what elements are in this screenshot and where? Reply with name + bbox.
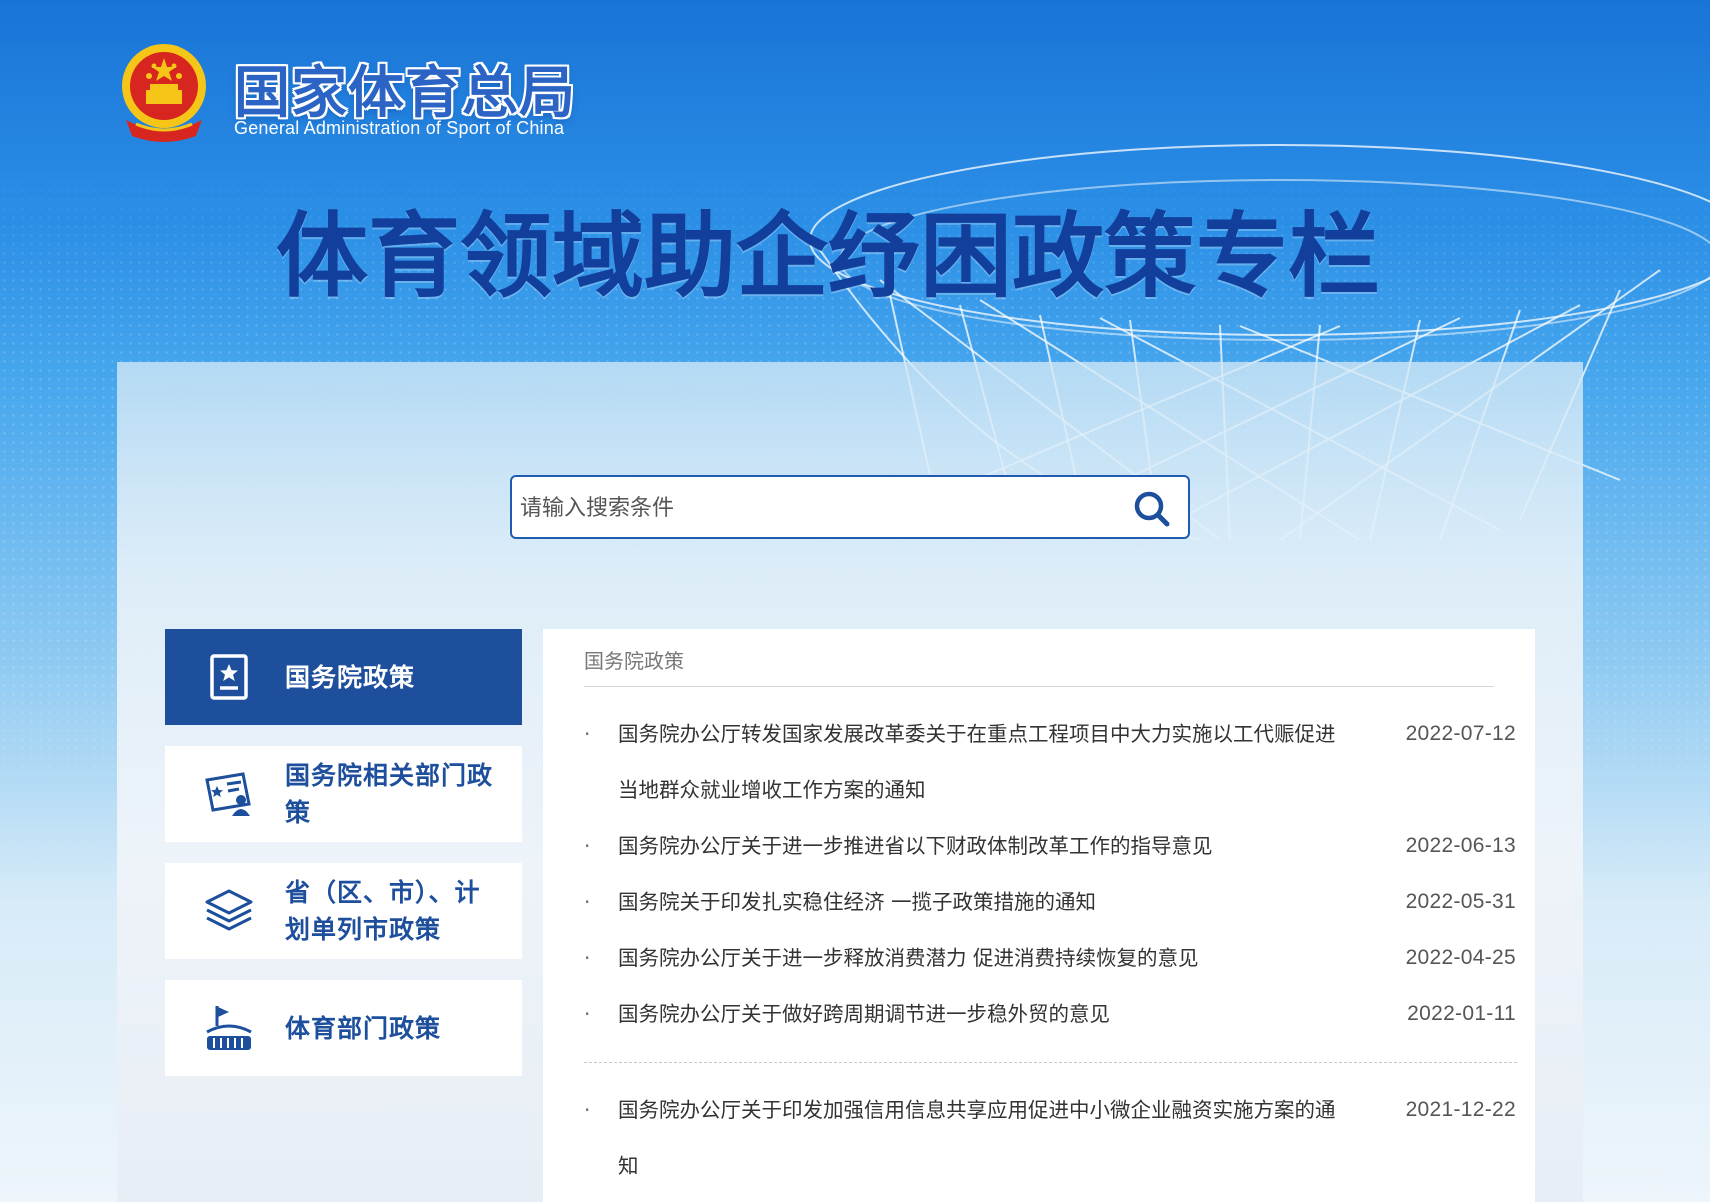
item-date: 2022-04-25 bbox=[1405, 946, 1516, 969]
layers-icon bbox=[205, 889, 253, 931]
list-item[interactable]: · 国务院办公厅转发国家发展改革委关于在重点工程项目中大力实施以工代赈促进当地群… bbox=[584, 706, 1524, 818]
banner-title: 体育领域助企纾困政策专栏 bbox=[276, 203, 1381, 310]
site-name[interactable]: 国家体育总局 bbox=[234, 48, 576, 129]
nav-item-provincial-policy[interactable]: 省（区、市）、计划单列市政策 bbox=[165, 863, 522, 959]
item-title[interactable]: 国务院办公厅关于进一步释放消费潜力 促进消费持续恢复的意见 bbox=[618, 930, 1338, 986]
list-item[interactable]: · 国务院办公厅关于进一步释放消费潜力 促进消费持续恢复的意见 2022-04-… bbox=[584, 930, 1524, 986]
bullet: · bbox=[584, 834, 591, 858]
item-title[interactable]: 国务院办公厅转发国家发展改革委关于在重点工程项目中大力实施以工代赈促进当地群众就… bbox=[618, 706, 1338, 818]
nav-item-label: 国务院相关部门政策 bbox=[285, 761, 494, 827]
item-title[interactable]: 国务院办公厅关于印发加强信用信息共享应用促进中小微企业融资实施方案的通知 bbox=[618, 1082, 1338, 1194]
nav-item-state-council-policy[interactable]: 国务院政策 bbox=[165, 629, 522, 725]
list-item[interactable]: · 国务院办公厅关于做好跨周期调节进一步稳外贸的意见 2022-01-11 bbox=[584, 986, 1524, 1042]
divider bbox=[584, 686, 1494, 687]
stadium-flag-icon bbox=[206, 1006, 252, 1050]
bullet: · bbox=[584, 1002, 591, 1026]
nav-item-sport-dept-policy[interactable]: 体育部门政策 bbox=[165, 980, 522, 1076]
dashed-divider bbox=[584, 1062, 1517, 1063]
document-star-icon bbox=[210, 654, 248, 700]
bullet: · bbox=[584, 946, 591, 970]
site-name-english: General Administration of Sport of China bbox=[234, 118, 565, 138]
policy-list-panel: 国务院政策 · 国务院办公厅转发国家发展改革委关于在重点工程项目中大力实施以工代… bbox=[543, 629, 1535, 1202]
nav-item-departments-policy[interactable]: 国务院相关部门政策 bbox=[165, 746, 522, 842]
item-date: 2022-01-11 bbox=[1407, 1002, 1516, 1025]
item-date: 2022-07-12 bbox=[1405, 722, 1516, 745]
national-emblem-icon bbox=[122, 44, 206, 142]
list-item[interactable]: · 国务院办公厅关于印发加强信用信息共享应用促进中小微企业融资实施方案的通知 2… bbox=[584, 1082, 1524, 1194]
bullet: · bbox=[584, 722, 591, 746]
item-date: 2021-12-22 bbox=[1405, 1098, 1516, 1121]
list-item[interactable]: · 国务院办公厅关于进一步推进省以下财政体制改革工作的指导意见 2022-06-… bbox=[584, 818, 1524, 874]
list-item[interactable]: · 国务院关于印发扎实稳住经济 一揽子政策措施的通知 2022-05-31 bbox=[584, 874, 1524, 930]
id-card-icon bbox=[205, 772, 251, 816]
item-title[interactable]: 国务院关于印发扎实稳住经济 一揽子政策措施的通知 bbox=[618, 874, 1338, 930]
search-bar bbox=[510, 475, 1190, 539]
nav-item-label: 国务院政策 bbox=[285, 662, 416, 692]
item-date: 2022-05-31 bbox=[1405, 890, 1516, 913]
nav-item-label: 体育部门政策 bbox=[285, 1013, 442, 1043]
bullet: · bbox=[584, 890, 591, 914]
search-input[interactable] bbox=[518, 485, 1122, 531]
section-title: 国务院政策 bbox=[584, 649, 684, 673]
search-icon[interactable] bbox=[1130, 487, 1174, 531]
nav-item-label: 省（区、市）、计划单列市政策 bbox=[285, 878, 481, 944]
item-date: 2022-06-13 bbox=[1405, 834, 1516, 857]
item-title[interactable]: 国务院办公厅关于进一步推进省以下财政体制改革工作的指导意见 bbox=[618, 818, 1338, 874]
item-title[interactable]: 国务院办公厅关于做好跨周期调节进一步稳外贸的意见 bbox=[618, 986, 1338, 1042]
bullet: · bbox=[584, 1098, 591, 1122]
